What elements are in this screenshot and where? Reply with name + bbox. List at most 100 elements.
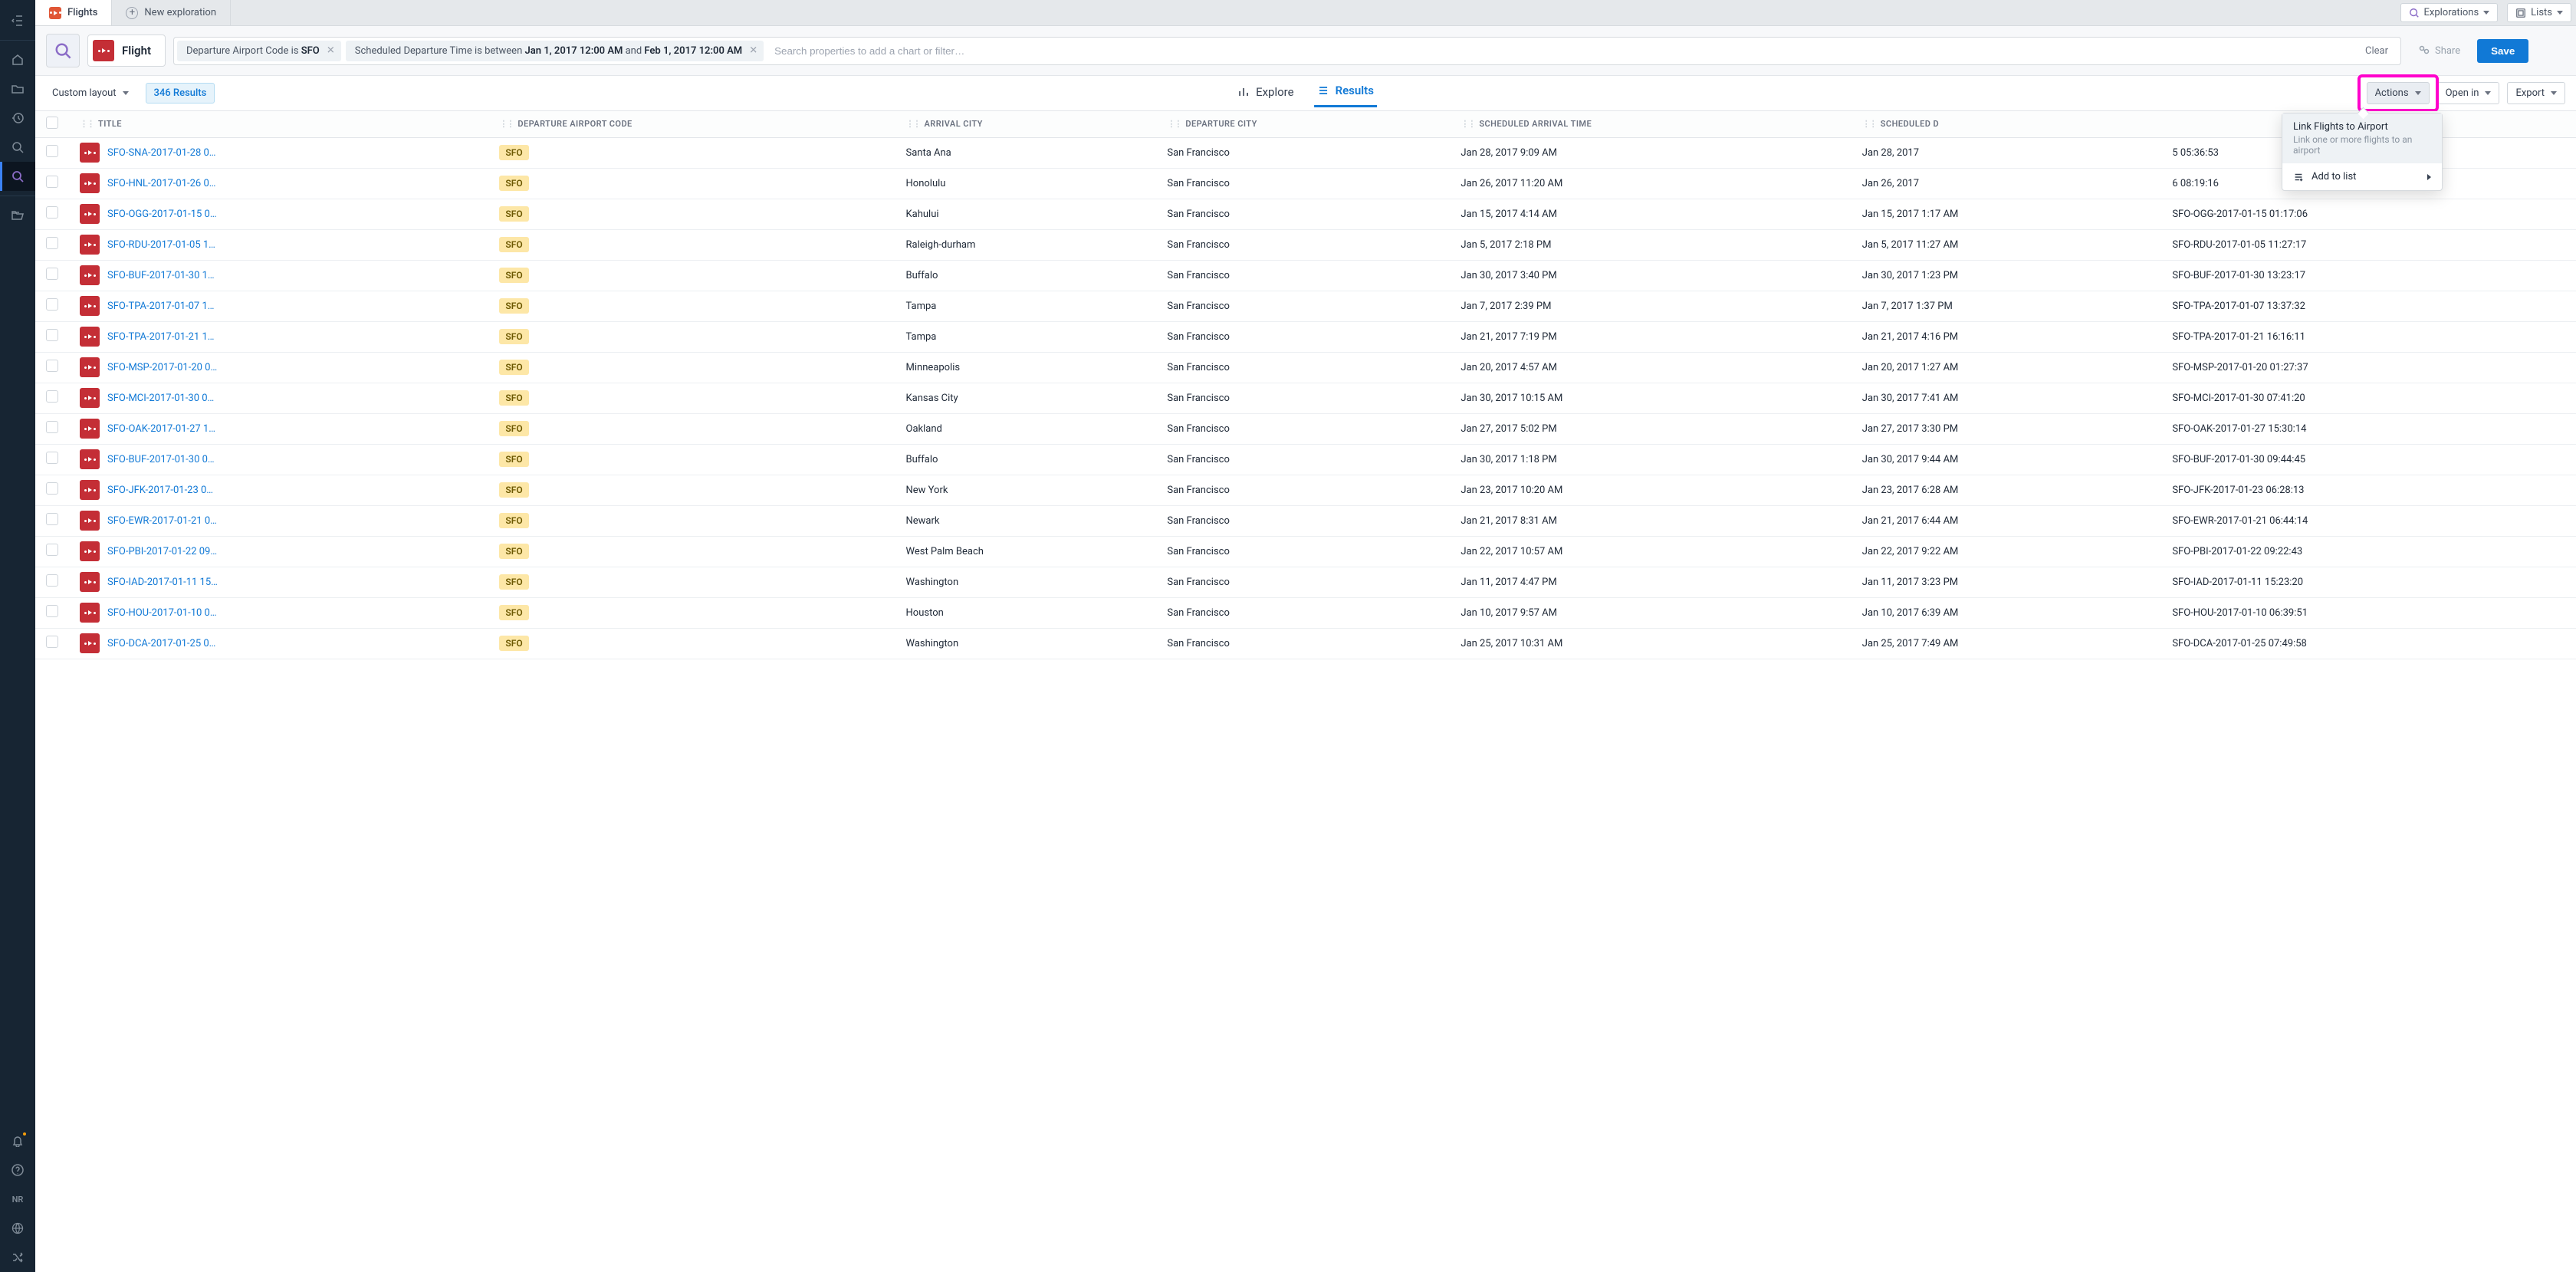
table-row[interactable]: SFO-PBI-2017-01-22 09…SFOWest Palm Beach… [35,536,2576,567]
layout-dropdown[interactable]: Custom layout [46,84,135,102]
results-count-badge[interactable]: 346 Results [146,83,215,104]
results-toolbar: Custom layout 346 Results Explore Result… [35,76,2576,111]
row-title-link[interactable]: SFO-OAK-2017-01-27 1… [107,423,215,435]
workspace-tabs: Flights + New exploration Explorations L… [35,0,2576,26]
tab-flights[interactable]: Flights [35,0,112,25]
row-title-link[interactable]: SFO-JFK-2017-01-23 0… [107,485,213,496]
table-row[interactable]: SFO-JFK-2017-01-23 0…SFONew YorkSan Fran… [35,475,2576,505]
history-icon[interactable] [0,104,35,133]
tab-results[interactable]: Results [1314,79,1377,107]
entity-type-chip[interactable]: Flight [87,35,166,67]
row-title-link[interactable]: SFO-BUF-2017-01-30 1… [107,270,215,281]
cell-flight-id: SFO-MSP-2017-01-20 01:27:37 [2161,352,2576,383]
table-row[interactable]: SFO-DCA-2017-01-25 0…SFOWashingtonSan Fr… [35,628,2576,659]
table-row[interactable]: SFO-BUF-2017-01-30 1…SFOBuffaloSan Franc… [35,260,2576,291]
row-title-link[interactable]: SFO-IAD-2017-01-11 15… [107,577,218,588]
row-title-link[interactable]: SFO-DCA-2017-01-25 0… [107,638,215,649]
explorations-dropdown[interactable]: Explorations [2400,3,2499,22]
row-checkbox[interactable] [46,145,58,157]
table-row[interactable]: SFO-IAD-2017-01-11 15…SFOWashingtonSan F… [35,567,2576,597]
row-checkbox[interactable] [46,574,58,587]
table-row[interactable]: SFO-EWR-2017-01-21 0…SFONewarkSan Franci… [35,505,2576,536]
row-checkbox[interactable] [46,176,58,188]
row-checkbox[interactable] [46,268,58,280]
action-link-flights[interactable]: Link Flights to Airport Link one or more… [2282,113,2442,163]
row-title-link[interactable]: SFO-BUF-2017-01-30 0… [107,454,215,465]
filter-pill-departure-code[interactable]: Departure Airport Code is SFO ✕ [177,41,341,61]
action-add-to-list[interactable]: Add to list [2282,163,2442,190]
home-icon[interactable] [0,45,35,74]
table-row[interactable]: SFO-HOU-2017-01-10 0…SFOHoustonSan Franc… [35,597,2576,628]
clear-filters-button[interactable]: Clear [2356,41,2397,61]
help-icon[interactable] [0,1155,35,1185]
collapse-rail-icon[interactable] [0,6,35,35]
row-checkbox[interactable] [46,390,58,403]
search-icon[interactable] [0,133,35,162]
actions-dropdown[interactable]: Actions [2367,82,2430,104]
table-row[interactable]: SFO-OAK-2017-01-27 1…SFOOaklandSan Franc… [35,413,2576,444]
property-search-input[interactable] [768,41,2351,61]
row-title-link[interactable]: SFO-HOU-2017-01-10 0… [107,607,217,619]
share-button[interactable]: Share [2409,40,2469,61]
row-checkbox[interactable] [46,544,58,556]
cell-arrival-city: Washington [895,567,1157,597]
row-checkbox[interactable] [46,482,58,495]
table-row[interactable]: SFO-RDU-2017-01-05 1…SFORaleigh-durhamSa… [35,229,2576,260]
remove-filter-icon[interactable]: ✕ [327,45,335,57]
row-title-link[interactable]: SFO-RDU-2017-01-05 1… [107,239,215,251]
notifications-icon[interactable] [0,1126,35,1155]
export-dropdown[interactable]: Export [2507,82,2565,104]
table-row[interactable]: SFO-TPA-2017-01-07 1…SFOTampaSan Francis… [35,291,2576,321]
row-title-link[interactable]: SFO-MSP-2017-01-20 0… [107,362,217,373]
row-checkbox[interactable] [46,206,58,219]
flight-icon [80,388,100,408]
row-checkbox[interactable] [46,360,58,372]
table-row[interactable]: SFO-BUF-2017-01-30 0…SFOBuffaloSan Franc… [35,444,2576,475]
row-checkbox[interactable] [46,421,58,433]
tab-explore[interactable]: Explore [1234,79,1297,107]
filter-pill-departure-time[interactable]: Scheduled Departure Time is between Jan … [346,41,764,61]
remove-filter-icon[interactable]: ✕ [749,45,757,57]
row-checkbox[interactable] [46,329,58,341]
row-title-link[interactable]: SFO-TPA-2017-01-21 1… [107,331,214,343]
row-title-link[interactable]: SFO-MCI-2017-01-30 0… [107,393,214,404]
row-checkbox[interactable] [46,237,58,249]
table-row[interactable]: SFO-HNL-2017-01-26 0…SFOHonoluluSan Fran… [35,168,2576,199]
col-dep-city[interactable]: ⋮⋮DEPARTURE CITY [1156,111,1450,137]
row-title-link[interactable]: SFO-SNA-2017-01-28 0… [107,147,215,159]
table-row[interactable]: SFO-TPA-2017-01-21 1…SFOTampaSan Francis… [35,321,2576,352]
col-dep-code[interactable]: ⋮⋮DEPARTURE AIRPORT CODE [488,111,895,137]
table-row[interactable]: SFO-OGG-2017-01-15 0…SFOKahuluiSan Franc… [35,199,2576,229]
user-avatar[interactable]: NR [0,1185,35,1214]
open-in-dropdown[interactable]: Open in [2437,82,2500,104]
results-table[interactable]: ⋮⋮TITLE ⋮⋮DEPARTURE AIRPORT CODE ⋮⋮ARRIV… [35,111,2576,1272]
row-checkbox[interactable] [46,513,58,525]
col-sched-arr[interactable]: ⋮⋮SCHEDULED ARRIVAL TIME [1450,111,1851,137]
row-checkbox[interactable] [46,636,58,648]
table-row[interactable]: SFO-MCI-2017-01-30 0…SFOKansas CitySan F… [35,383,2576,413]
row-checkbox[interactable] [46,605,58,617]
save-button[interactable]: Save [2477,39,2528,63]
tab-new-exploration[interactable]: + New exploration [112,0,231,25]
lists-dropdown[interactable]: Lists [2507,3,2571,22]
exploration-mode-icon[interactable] [46,34,80,67]
row-title-link[interactable]: SFO-TPA-2017-01-07 1… [107,301,214,312]
open-folder-icon[interactable] [0,201,35,230]
row-title-link[interactable]: SFO-EWR-2017-01-21 0… [107,515,217,527]
folder-icon[interactable] [0,74,35,104]
row-title-link[interactable]: SFO-OGG-2017-01-15 0… [107,209,217,220]
col-sched-dep[interactable]: ⋮⋮SCHEDULED D [1852,111,2162,137]
select-all-checkbox[interactable] [46,117,58,129]
row-checkbox[interactable] [46,298,58,311]
row-title-link[interactable]: SFO-HNL-2017-01-26 0… [107,178,215,189]
col-arr-city[interactable]: ⋮⋮ARRIVAL CITY [895,111,1157,137]
table-row[interactable]: SFO-MSP-2017-01-20 0…SFOMinneapolisSan F… [35,352,2576,383]
col-title[interactable]: ⋮⋮TITLE [69,111,488,137]
row-checkbox[interactable] [46,452,58,464]
dd-label: Actions [2375,87,2409,99]
globe-icon[interactable] [0,1214,35,1243]
shuffle-icon[interactable] [0,1243,35,1272]
row-title-link[interactable]: SFO-PBI-2017-01-22 09… [107,546,217,557]
table-row[interactable]: SFO-SNA-2017-01-28 0…SFOSanta AnaSan Fra… [35,137,2576,168]
explore-icon[interactable] [0,162,35,191]
